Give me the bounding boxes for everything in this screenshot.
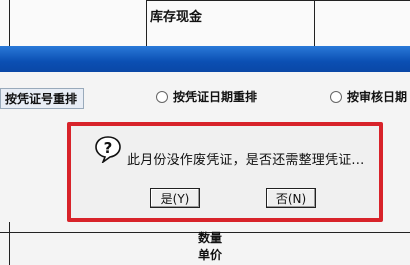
table-header-area [0, 0, 410, 46]
sort-by-audit-date-option[interactable]: 按审核日期 [330, 88, 407, 105]
sort-by-voucher-date-option[interactable]: 按凭证日期重排 [156, 88, 257, 105]
radio-button[interactable] [156, 90, 168, 103]
sort-options-row: 按凭证号重排 按凭证日期重排 按审核日期 [0, 88, 410, 110]
window-title-bar [0, 46, 410, 72]
radio-button[interactable] [330, 90, 342, 103]
sort-by-voucher-date-label: 按凭证日期重排 [173, 90, 258, 104]
table-divider [146, 0, 410, 1]
table-divider [314, 0, 315, 46]
table-divider [146, 0, 147, 46]
quantity-label: 数量 [198, 231, 223, 245]
sort-by-audit-date-label: 按审核日期 [347, 90, 408, 104]
sort-by-voucher-no-label: 按凭证号重排 [0, 88, 85, 109]
unit-price-label: 单价 [198, 248, 223, 262]
highlight-frame [67, 122, 383, 222]
account-cell-label: 库存现金 [150, 10, 203, 25]
table-divider [9, 222, 10, 265]
table-divider [9, 0, 10, 46]
sort-by-voucher-no-option[interactable]: 按凭证号重排 [0, 88, 85, 109]
